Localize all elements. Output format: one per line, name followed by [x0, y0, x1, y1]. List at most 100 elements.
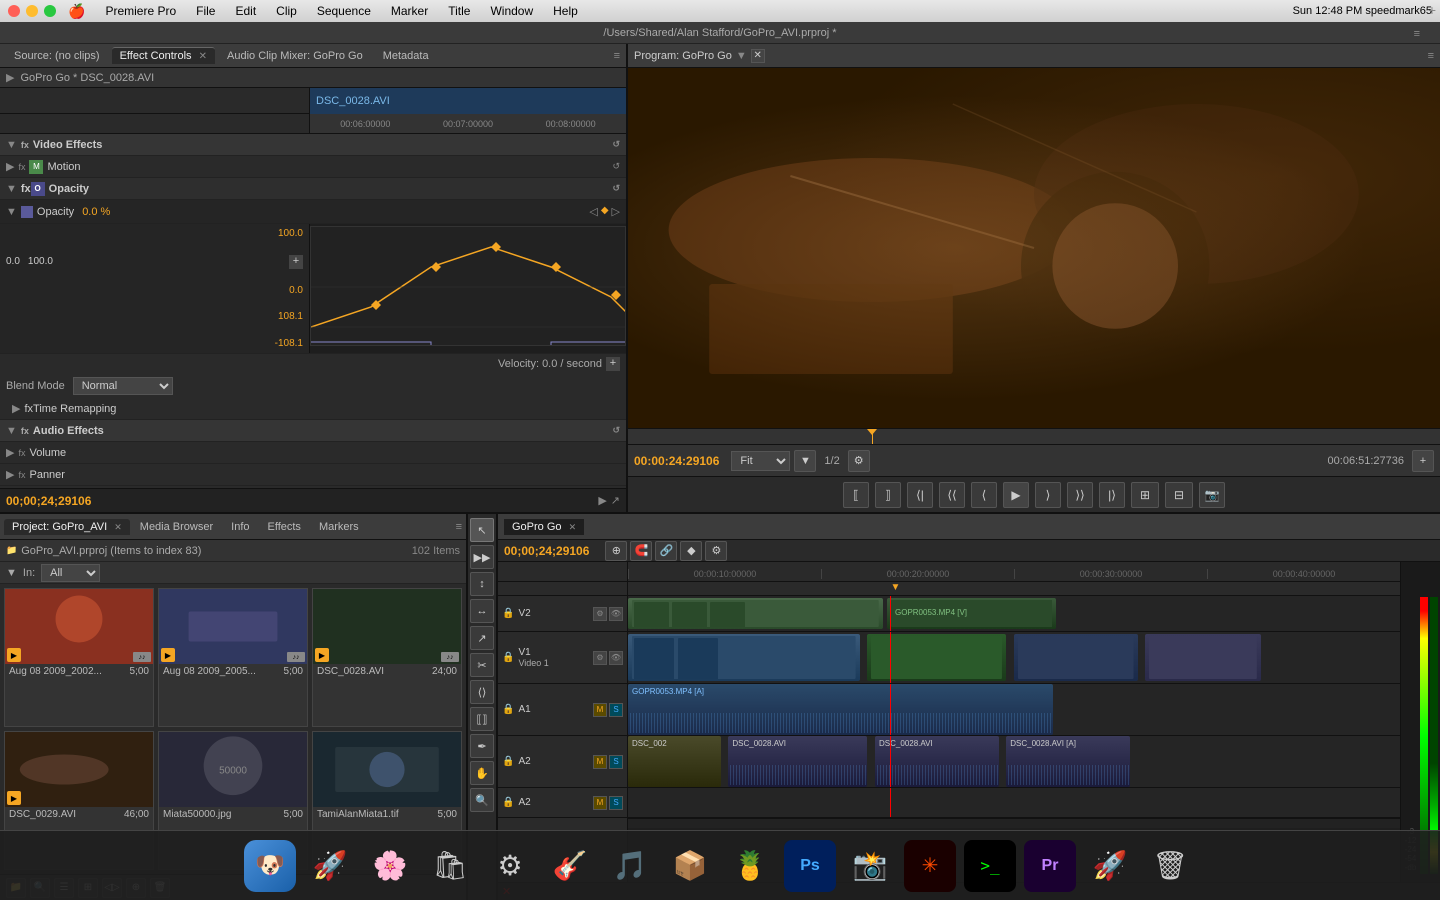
- clip-block[interactable]: GOPR0053.MP4 [A]: [628, 684, 1053, 735]
- tab-media-browser[interactable]: Media Browser: [132, 519, 221, 535]
- graph-expand-btn[interactable]: +: [289, 255, 303, 269]
- a3-solo-btn[interactable]: S: [609, 796, 623, 810]
- motion-reset-btn[interactable]: ↺: [612, 161, 620, 172]
- ec-export-btn[interactable]: ↗: [611, 494, 620, 507]
- dock-itunes[interactable]: 🎵: [604, 840, 656, 892]
- btn-go-out[interactable]: |⟩: [1099, 482, 1125, 508]
- slide-tool[interactable]: ⟦⟧: [470, 707, 494, 731]
- blend-mode-select[interactable]: Normal Multiply Screen: [73, 377, 173, 395]
- tab-effect-controls[interactable]: Effect Controls ✕: [112, 47, 215, 64]
- maximize-button[interactable]: [44, 5, 56, 17]
- a3-mute-btn[interactable]: M: [593, 796, 607, 810]
- tab-info[interactable]: Info: [223, 519, 257, 535]
- selection-tool[interactable]: ↖: [470, 518, 494, 542]
- close-icon[interactable]: ✕: [199, 51, 207, 62]
- pm-panel-menu[interactable]: ≡: [1428, 50, 1434, 62]
- velocity-expand-btn[interactable]: +: [606, 357, 620, 371]
- list-item[interactable]: ▶ ♪♪ Aug 08 2009_2002... 5;00: [4, 588, 154, 727]
- dock-camera[interactable]: 📸: [844, 840, 896, 892]
- pm-settings-btn[interactable]: ⚙: [848, 450, 870, 472]
- project-panel-menu[interactable]: ≡: [456, 521, 462, 533]
- btn-next-frame[interactable]: ⟩: [1035, 482, 1061, 508]
- tl-btn-sequence[interactable]: ⊕: [605, 541, 627, 561]
- dock-xcode[interactable]: 🎸: [544, 840, 596, 892]
- clip-block[interactable]: [628, 598, 883, 629]
- clip-block[interactable]: [1014, 634, 1138, 681]
- kf-add-btn[interactable]: ◆: [601, 205, 609, 218]
- clip-block[interactable]: [1145, 634, 1261, 681]
- clip-block[interactable]: DSC_002: [628, 736, 721, 787]
- rate-stretch-tool[interactable]: ↗: [470, 626, 494, 650]
- tab-source[interactable]: Source: (no clips): [6, 48, 108, 64]
- tl-tab-gopro[interactable]: GoPro Go ✕: [504, 519, 584, 535]
- btn-step-back[interactable]: ⟨⟨: [939, 482, 965, 508]
- tab-markers[interactable]: Markers: [311, 519, 367, 535]
- tl-btn-snap[interactable]: 🧲: [630, 541, 652, 561]
- tl-track-v2[interactable]: GOPR0053.MP4 [V]: [628, 596, 1400, 632]
- btn-overwrite[interactable]: ⊟: [1165, 482, 1193, 508]
- tl-track-a2b[interactable]: [628, 788, 1400, 818]
- audio-effects-header[interactable]: ▼ fx Audio Effects ↺: [0, 420, 626, 442]
- reset-button[interactable]: ↺: [612, 139, 620, 150]
- opacity-reset-btn[interactable]: ↺: [612, 183, 620, 194]
- dock-trash[interactable]: 🗑: [1144, 840, 1196, 892]
- btn-step-fwd[interactable]: ⟩⟩: [1067, 482, 1093, 508]
- dock-safari[interactable]: 🚀: [304, 840, 356, 892]
- menu-edit[interactable]: Edit: [231, 4, 260, 18]
- dock-app1[interactable]: 📦: [664, 840, 716, 892]
- clip-block[interactable]: GOPR0053.MP4 [V]: [887, 598, 1057, 629]
- kf-left-arrow[interactable]: ◁: [589, 205, 597, 218]
- clip-block[interactable]: DSC_0028.AVI [A]: [1006, 736, 1130, 787]
- tab-project[interactable]: Project: GoPro_AVI ✕: [4, 519, 130, 535]
- tab-metadata[interactable]: Metadata: [375, 48, 437, 64]
- minimize-button[interactable]: [26, 5, 38, 17]
- tab-audio-clip-mixer[interactable]: Audio Clip Mixer: GoPro Go: [219, 48, 371, 64]
- btn-mark-out[interactable]: ⟧: [875, 482, 901, 508]
- btn-export-frame[interactable]: 📷: [1199, 482, 1225, 508]
- clip-block[interactable]: [628, 634, 860, 681]
- a2-lock-icon[interactable]: 🔒: [502, 756, 514, 767]
- v2-lock-icon[interactable]: 🔒: [502, 608, 514, 619]
- rolling-tool[interactable]: ↔: [470, 599, 494, 623]
- clip-block[interactable]: [867, 634, 1006, 681]
- menu-help[interactable]: Help: [549, 4, 582, 18]
- filter-dropdown-btn[interactable]: ▼: [6, 567, 17, 579]
- v1-lock-icon[interactable]: 🔒: [502, 652, 514, 663]
- btn-insert[interactable]: ⊞: [1131, 482, 1159, 508]
- tl-panel-menu[interactable]: ≡: [1414, 28, 1420, 40]
- pm-fit-dropdown[interactable]: Fit 25% 50% 100%: [731, 451, 790, 471]
- menu-window[interactable]: Window: [486, 4, 537, 18]
- panner-expand[interactable]: ▶: [6, 468, 14, 481]
- hand-tool[interactable]: ✋: [470, 761, 494, 785]
- pm-close-icon[interactable]: ✕: [751, 49, 765, 63]
- clip-block[interactable]: DSC_0028.AVI: [875, 736, 999, 787]
- dock-pineapple[interactable]: 🍍: [724, 840, 776, 892]
- v1-sync-btn[interactable]: ⚙: [593, 651, 607, 665]
- a1-lock-icon[interactable]: 🔒: [502, 704, 514, 715]
- a2-solo-btn[interactable]: S: [609, 755, 623, 769]
- filter-all-select[interactable]: All Video Audio: [41, 564, 100, 582]
- btn-play[interactable]: ▶: [1003, 482, 1029, 508]
- tl-btn-add-marker[interactable]: ◆: [680, 541, 702, 561]
- audio-effects-reset[interactable]: ↺: [612, 425, 620, 436]
- panel-menu-icon[interactable]: ≡: [614, 50, 620, 62]
- tl-btn-linked[interactable]: 🔗: [655, 541, 677, 561]
- menu-sequence[interactable]: Sequence: [313, 4, 375, 18]
- btn-go-in[interactable]: ⟨|: [907, 482, 933, 508]
- opacity-row-toggle[interactable]: ▼: [6, 206, 17, 218]
- dock-terminal[interactable]: >_: [964, 840, 1016, 892]
- menu-title[interactable]: Title: [444, 4, 474, 18]
- video-effects-header[interactable]: ▼ fx Video Effects ↺: [0, 134, 626, 156]
- tl-track-v1[interactable]: [628, 632, 1400, 684]
- menu-premiere-pro[interactable]: Premiere Pro: [101, 4, 180, 18]
- tl-tab-close[interactable]: ✕: [569, 522, 577, 532]
- opacity-value[interactable]: 0.0 %: [82, 206, 110, 218]
- list-item[interactable]: ▶ ♪♪ DSC_0028.AVI 24;00: [312, 588, 462, 727]
- tl-timecode[interactable]: 00;00;24;29106: [504, 544, 589, 558]
- v2-eye-btn[interactable]: 👁: [609, 607, 623, 621]
- a1-mute-btn[interactable]: M: [593, 703, 607, 717]
- menu-file[interactable]: File: [192, 4, 219, 18]
- btn-mark-in[interactable]: ⟦: [843, 482, 869, 508]
- kf-right-arrow[interactable]: ▷: [612, 205, 620, 218]
- tl-btn-settings[interactable]: ⚙: [705, 541, 727, 561]
